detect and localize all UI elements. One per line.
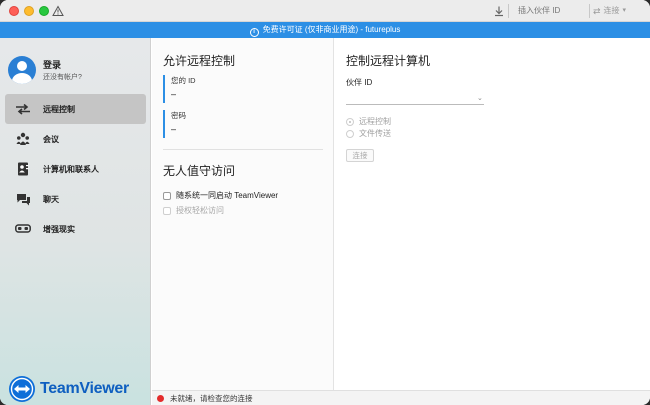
download-icon[interactable] — [493, 5, 505, 17]
sidebar-item-remote-control[interactable]: 远程控制 — [5, 94, 146, 124]
sidebar-item-label: 会议 — [43, 134, 59, 144]
warning-icon[interactable] — [52, 5, 64, 17]
people-icon — [15, 132, 31, 146]
signup-link[interactable]: 还没有帐户? — [43, 72, 82, 82]
contacts-icon — [15, 162, 31, 176]
allow-remote-control-title: 允许远程控制 — [163, 54, 236, 68]
checkbox-box[interactable] — [163, 191, 171, 200]
teamviewer-logo-text: TeamViewer — [40, 380, 129, 397]
avatar — [8, 56, 36, 84]
password-block: 密码 – — [163, 110, 325, 138]
chevron-down-icon: ▾ — [622, 7, 627, 14]
sidebar-nav: 远程控制 会议 计算机和联系人 聊天 增强现实 — [5, 94, 146, 244]
section-divider — [163, 149, 323, 150]
mode-remote-control-label: 远程控制 — [359, 117, 391, 126]
connect-button[interactable]: 连接 — [346, 149, 374, 162]
sidebar-item-computers-contacts[interactable]: 计算机和联系人 — [5, 154, 146, 184]
minimize-window-button[interactable] — [24, 6, 34, 16]
zoom-window-button[interactable] — [39, 6, 49, 16]
sidebar: 登录 还没有帐户? 远程控制 会议 计算机和联系人 聊天 增强现实 TeamVi… — [0, 38, 151, 405]
sidebar-item-label: 计算机和联系人 — [43, 164, 99, 174]
sidebar-item-chat[interactable]: 聊天 — [5, 184, 146, 214]
toolbar-separator — [589, 4, 590, 18]
checkbox-box[interactable] — [163, 206, 171, 215]
partner-id-input[interactable] — [510, 3, 588, 19]
close-window-button[interactable] — [9, 6, 19, 16]
sidebar-item-augmented-reality[interactable]: 增强现实 — [5, 214, 146, 244]
your-id-block: 您的 ID – — [163, 75, 325, 103]
profile-login[interactable]: 登录 还没有帐户? — [8, 54, 148, 86]
password-value[interactable]: – — [171, 124, 325, 134]
sidebar-item-label: 聊天 — [43, 194, 59, 204]
status-indicator — [157, 394, 164, 402]
start-with-system-checkbox[interactable]: 随系统一同启动 TeamViewer — [163, 190, 278, 201]
radio-button[interactable] — [346, 129, 354, 138]
title-bar: ⇄ 连接 ▾ — [0, 0, 650, 22]
grant-easy-access-label: 授权轻松访问 — [176, 206, 224, 215]
sidebar-item-meeting[interactable]: 会议 — [5, 124, 146, 154]
sidebar-item-label: 增强现实 — [43, 224, 75, 234]
connect-label: 连接 — [603, 6, 620, 15]
radio-button[interactable] — [346, 117, 354, 126]
teamviewer-window: ⇄ 连接 ▾ i免费许可证 (仅非商业用途) - futureplus 登录 还… — [0, 0, 650, 405]
your-id-label: 您的 ID — [171, 76, 196, 85]
password-label: 密码 — [171, 111, 186, 120]
allow-remote-control-panel: 允许远程控制 您的 ID – 密码 – 无人值守访问 随系统一同启动 TeamV… — [152, 38, 334, 390]
control-remote-computer-title: 控制远程计算机 — [346, 54, 431, 68]
status-text: 未就绪，请检查您的连接 — [170, 393, 253, 403]
license-text: 免费许可证 (仅非商业用途) - futureplus — [262, 25, 401, 34]
teamviewer-logo: TeamViewer — [9, 376, 129, 402]
grant-easy-access-checkbox[interactable]: 授权轻松访问 — [163, 205, 224, 216]
chat-icon — [15, 192, 31, 206]
connect-dropdown-button[interactable]: ⇄ 连接 ▾ — [593, 3, 626, 19]
sidebar-item-label: 远程控制 — [43, 104, 75, 114]
arrows-icon: ⇄ — [593, 6, 601, 16]
unattended-access-title: 无人值守访问 — [163, 164, 236, 178]
start-with-system-label: 随系统一同启动 TeamViewer — [176, 191, 279, 200]
login-label: 登录 — [43, 60, 62, 70]
ar-glasses-icon — [15, 222, 31, 236]
control-remote-computer-panel: 控制远程计算机 伙伴 ID ⌄ 远程控制 文件传送 连接 — [335, 38, 650, 390]
toolbar-separator — [508, 4, 509, 18]
mode-remote-control-radio[interactable]: 远程控制 — [346, 116, 391, 127]
chevron-down-icon[interactable]: ⌄ — [477, 94, 483, 102]
arrows-icon — [15, 102, 31, 116]
status-bar: 未就绪，请检查您的连接 — [152, 390, 650, 405]
partner-id-label: 伙伴 ID — [346, 78, 373, 87]
your-id-value[interactable]: – — [171, 89, 325, 99]
license-banner: i 免费许可证 (仅非商业用途) - futureplus — [0, 22, 650, 38]
partner-id-field[interactable] — [346, 91, 484, 105]
info-icon: i — [249, 28, 259, 37]
mode-file-transfer-label: 文件传送 — [359, 129, 391, 138]
mode-file-transfer-radio[interactable]: 文件传送 — [346, 128, 391, 139]
teamviewer-logo-icon — [9, 376, 35, 402]
